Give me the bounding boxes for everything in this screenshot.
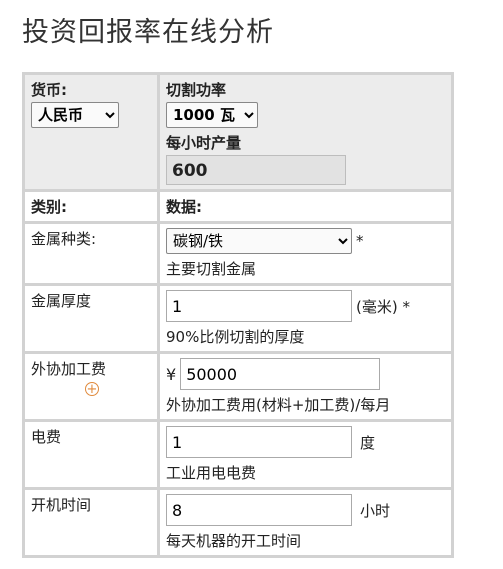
thickness-input-cell: (毫米) * 90%比例切割的厚度 [160, 286, 451, 351]
yen-symbol: ¥ [166, 364, 177, 384]
metal-type-select[interactable]: 碳钢/铁 [166, 228, 352, 254]
settings-row: 货币: 人民币 切割功率 1000 瓦 每小时产量 600 [25, 75, 451, 189]
electricity-row: 电费 度 工业用电电费 [25, 422, 451, 487]
cutting-power-label: 切割功率 [166, 81, 227, 99]
thickness-hint: 90%比例切割的厚度 [166, 328, 305, 346]
roi-calculator-table: 货币: 人民币 切割功率 1000 瓦 每小时产量 600 类别: 数据: 金属… [22, 72, 454, 558]
metal-type-hint: 主要切割金属 [166, 260, 257, 278]
power-cell: 切割功率 1000 瓦 每小时产量 600 [160, 75, 451, 189]
header-row: 类别: 数据: [25, 192, 451, 221]
data-header: 数据: [160, 192, 451, 221]
hours-input-cell: 小时 每天机器的开工时间 [160, 490, 451, 555]
outsourcing-input[interactable] [180, 358, 381, 390]
outsourcing-label: 外协加工费 [31, 360, 107, 378]
hours-unit: 小时 [360, 501, 391, 520]
currency-select[interactable]: 人民币 [31, 102, 119, 128]
thickness-row: 金属厚度 (毫米) * 90%比例切割的厚度 [25, 286, 451, 351]
electricity-unit: 度 [360, 433, 376, 452]
thickness-label: 金属厚度 [31, 292, 92, 310]
electricity-input-cell: 度 工业用电电费 [160, 422, 451, 487]
outsourcing-row: 外协加工费 + ¥ 外协加工费用(材料+加工费)/每月 [25, 354, 451, 419]
hours-label: 开机时间 [31, 496, 92, 514]
thickness-input[interactable] [166, 290, 352, 322]
cutting-power-select[interactable]: 1000 瓦 [166, 102, 258, 128]
currency-cell: 货币: 人民币 [25, 75, 157, 189]
hours-input[interactable] [166, 494, 352, 526]
hours-label-cell: 开机时间 [25, 490, 157, 555]
metal-type-label-cell: 金属种类: [25, 224, 157, 283]
electricity-input[interactable] [166, 426, 352, 458]
metal-type-label: 金属种类: [31, 230, 97, 248]
page-title: 投资回报率在线分析 [22, 17, 274, 48]
metal-type-input-cell: 碳钢/铁 * 主要切割金属 [160, 224, 451, 283]
electricity-label-cell: 电费 [25, 422, 157, 487]
hours-row: 开机时间 小时 每天机器的开工时间 [25, 490, 451, 555]
metal-type-row: 金属种类: 碳钢/铁 * 主要切割金属 [25, 224, 451, 283]
electricity-hint: 工业用电电费 [166, 464, 257, 482]
outsourcing-label-cell: 外协加工费 + [25, 354, 157, 419]
hourly-output-label: 每小时产量 [166, 134, 242, 152]
outsourcing-input-cell: ¥ 外协加工费用(材料+加工费)/每月 [160, 354, 451, 419]
electricity-label: 电费 [31, 428, 62, 446]
category-header: 类别: [25, 192, 157, 221]
required-mark: * [356, 232, 364, 250]
currency-label: 货币: [31, 81, 67, 99]
thickness-label-cell: 金属厚度 [25, 286, 157, 351]
plus-circle-icon[interactable]: + [85, 382, 99, 396]
hours-hint: 每天机器的开工时间 [166, 532, 302, 550]
outsourcing-hint: 外协加工费用(材料+加工费)/每月 [166, 396, 391, 414]
hourly-output-value: 600 [166, 155, 346, 185]
thickness-unit: (毫米) * [356, 297, 410, 316]
